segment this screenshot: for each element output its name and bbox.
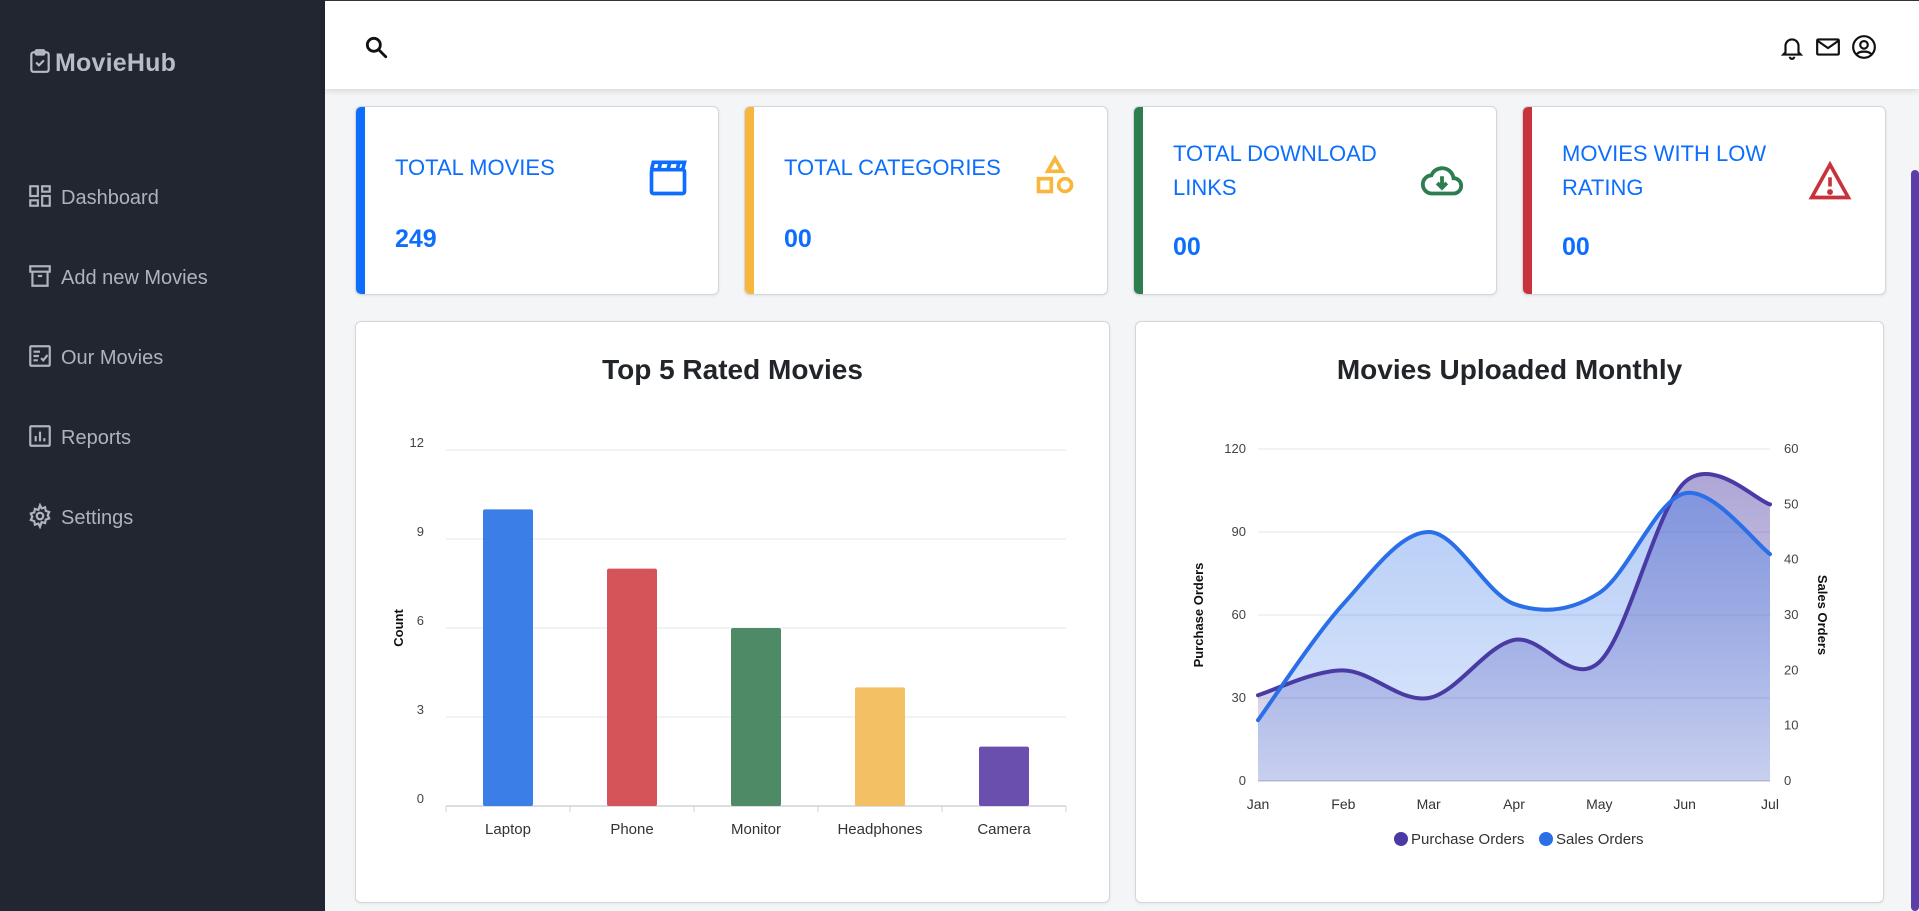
y-tick-label-right: 30	[1784, 607, 1798, 622]
clipboard-check-icon	[27, 48, 53, 79]
sidebar-nav: Dashboard Add new Movies Our Movies Repo…	[0, 158, 325, 558]
sidebar-item-dashboard[interactable]: Dashboard	[0, 158, 325, 238]
area-chart: 0 30 60 90 120 0 10 20 30 40 50 60 Jan Feb Mar Apr May Ju…	[1191, 441, 1830, 848]
x-tick-label: Phone	[610, 821, 653, 838]
y-tick-label-left: 0	[1239, 773, 1246, 788]
page-scrollbar[interactable]	[1911, 170, 1919, 911]
sidebar-item-add-new-movies[interactable]: Add new Movies	[0, 238, 325, 318]
y-axis-label-left: Purchase Orders	[1191, 563, 1206, 668]
x-tick-label: Laptop	[485, 821, 531, 838]
x-tick-label: Headphones	[837, 821, 922, 838]
y-tick-label-left: 120	[1224, 441, 1246, 456]
card-accent	[1523, 107, 1532, 294]
x-tick-label: Jun	[1673, 796, 1696, 812]
bar	[483, 509, 533, 806]
x-tick-label: Monitor	[731, 821, 781, 838]
sidebar-item-reports[interactable]: Reports	[0, 398, 325, 478]
legend-marker	[1394, 832, 1408, 846]
dashboard-icon	[27, 183, 53, 214]
x-tick-label: Feb	[1331, 796, 1355, 812]
warning-icon	[1808, 159, 1852, 203]
bar	[979, 746, 1029, 806]
legend-label: Purchase Orders	[1411, 831, 1524, 848]
list-check-icon	[27, 343, 53, 374]
y-tick-label-right: 40	[1784, 552, 1798, 567]
user-circle-icon[interactable]	[1851, 34, 1877, 60]
stat-title: MOVIES WITH LOW RATING	[1562, 141, 1767, 200]
x-tick-label: Apr	[1503, 796, 1525, 812]
app-root: MovieHub Dashboard Add new Movies Our Mo…	[0, 0, 1919, 911]
stat-value: 249	[395, 225, 437, 253]
clapperboard-icon	[646, 155, 690, 199]
y-tick-label: 6	[417, 613, 424, 628]
gear-icon	[27, 501, 53, 534]
sidebar-item-label: Reports	[61, 426, 132, 449]
x-tick-label: Camera	[977, 821, 1031, 838]
y-axis-label-right: Sales Orders	[1815, 575, 1830, 655]
bar	[607, 568, 657, 806]
y-tick-label-right: 60	[1784, 441, 1798, 456]
stat-title: TOTAL DOWNLOAD LINKS	[1173, 141, 1377, 200]
y-axis-label: Count	[391, 609, 406, 647]
brand-name: MovieHub	[55, 49, 177, 77]
sidebar-item-settings[interactable]: Settings	[0, 478, 325, 558]
brand-logo[interactable]: MovieHub	[27, 48, 176, 79]
stat-card-total-movies[interactable]: TOTAL MOVIES 249	[355, 106, 719, 295]
bar-chart-icon	[27, 423, 53, 454]
series-area	[1258, 492, 1770, 781]
y-tick-label: 0	[417, 791, 424, 806]
sidebar: MovieHub Dashboard Add new Movies Our Mo…	[0, 0, 325, 911]
archive-icon	[27, 263, 53, 294]
stat-card-movies-low-rating[interactable]: MOVIES WITH LOW RATING 00	[1522, 106, 1886, 295]
bell-icon[interactable]	[1779, 34, 1805, 60]
top-bar-actions	[1779, 34, 1877, 60]
cloud-download-icon	[1419, 159, 1464, 203]
sidebar-item-label: Dashboard	[61, 186, 159, 209]
x-tick-label: Jul	[1761, 796, 1779, 812]
card-accent	[745, 107, 754, 294]
sidebar-item-label: Our Movies	[61, 346, 164, 369]
mail-icon[interactable]	[1815, 34, 1841, 60]
y-tick-label-left: 30	[1232, 690, 1246, 705]
top-rated-chart-panel: Top 5 Rated Movies 0 3 6 9 12 Laptop Phone Moni…	[355, 321, 1110, 903]
y-tick-label: 3	[417, 702, 424, 717]
stat-title: TOTAL MOVIES	[395, 155, 555, 180]
stat-value: 00	[1562, 233, 1590, 261]
bar	[855, 687, 905, 806]
sidebar-item-label: Settings	[61, 506, 134, 529]
x-tick-label: Mar	[1417, 796, 1441, 812]
stat-value: 00	[1173, 233, 1201, 261]
stat-card-total-categories[interactable]: TOTAL CATEGORIES 00	[744, 106, 1108, 295]
y-tick-label-left: 90	[1232, 524, 1246, 539]
top-bar	[325, 0, 1919, 89]
monthly-uploads-chart-panel: Movies Uploaded Monthly 0 30 60 90 120 0 10 20 3…	[1135, 321, 1884, 903]
x-tick-label: May	[1586, 796, 1612, 812]
y-tick-label-right: 10	[1784, 718, 1798, 733]
x-tick-label: Jan	[1247, 796, 1270, 812]
y-tick-label: 12	[410, 435, 424, 450]
bar-chart: 0 3 6 9 12 Laptop Phone Monitor Headphones Camera…	[391, 435, 1067, 838]
card-accent	[1134, 107, 1143, 294]
legend-label: Sales Orders	[1556, 831, 1644, 848]
bar	[731, 628, 781, 806]
y-tick-label-right: 20	[1784, 662, 1798, 677]
legend-marker	[1539, 832, 1553, 846]
stat-card-total-download-links[interactable]: TOTAL DOWNLOAD LINKS 00	[1133, 106, 1497, 295]
y-tick-label: 9	[417, 524, 424, 539]
y-tick-label-left: 60	[1232, 607, 1246, 622]
sidebar-item-label: Add new Movies	[61, 266, 208, 289]
sidebar-item-our-movies[interactable]: Our Movies	[0, 318, 325, 398]
stat-title: TOTAL CATEGORIES	[784, 155, 1001, 180]
search-icon[interactable]	[363, 34, 389, 60]
shapes-icon	[1033, 153, 1077, 197]
card-accent	[356, 107, 365, 294]
y-tick-label-right: 50	[1784, 496, 1798, 511]
stat-value: 00	[784, 225, 812, 253]
y-tick-label-right: 0	[1784, 773, 1791, 788]
